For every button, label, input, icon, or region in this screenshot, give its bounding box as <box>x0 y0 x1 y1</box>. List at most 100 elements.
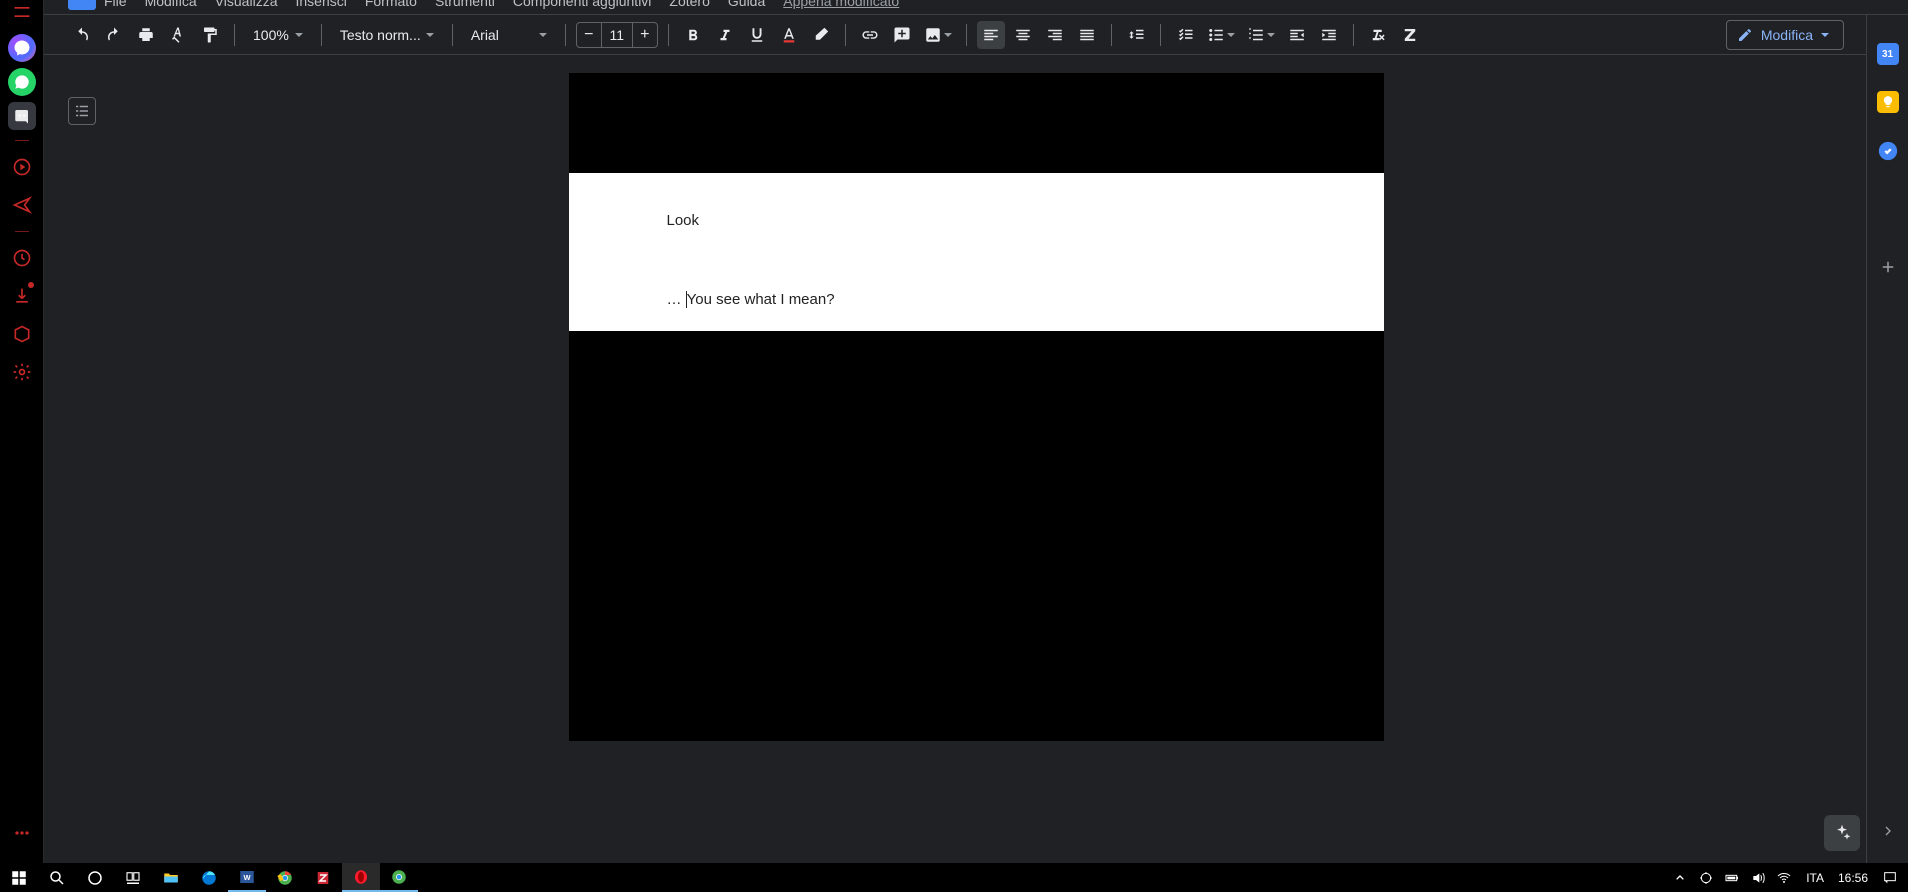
toolbar-separator <box>1111 24 1112 46</box>
menu-zotero[interactable]: Zotero <box>669 0 709 8</box>
line-spacing-button[interactable] <box>1122 21 1150 49</box>
last-edited[interactable]: Appena modificato <box>783 0 899 8</box>
tasks-icon[interactable] <box>1876 139 1900 163</box>
toolbar-separator <box>452 24 453 46</box>
app-main: File Modifica Visualizza Inserisci Forma… <box>44 0 1908 863</box>
opera-icon[interactable] <box>342 863 380 892</box>
hide-sidepanel-button[interactable] <box>1874 817 1902 845</box>
decrease-indent-button[interactable] <box>1283 21 1311 49</box>
bulleted-list-button[interactable] <box>1203 21 1239 49</box>
notifications-icon[interactable] <box>1882 870 1898 886</box>
menu-visualizza[interactable]: Visualizza <box>215 0 278 8</box>
more-icon[interactable] <box>6 817 38 849</box>
menu-file[interactable]: File <box>104 0 127 8</box>
zotero-taskbar-icon[interactable] <box>304 863 342 892</box>
highlight-button[interactable] <box>807 21 835 49</box>
history-icon[interactable] <box>6 242 38 274</box>
whatsapp-icon[interactable] <box>8 68 36 96</box>
menu-inserisci[interactable]: Inserisci <box>295 0 346 8</box>
editing-mode-select[interactable]: Modifica <box>1726 20 1844 50</box>
side-panel: 31 <box>1866 15 1908 863</box>
redo-button[interactable] <box>100 21 128 49</box>
align-center-button[interactable] <box>1009 21 1037 49</box>
task-view-button[interactable] <box>114 863 152 892</box>
editing-mode-label: Modifica <box>1761 27 1813 43</box>
font-value: Arial <box>471 27 499 43</box>
font-size-increase[interactable]: + <box>633 23 657 47</box>
start-button[interactable] <box>0 863 38 892</box>
word-icon[interactable]: W <box>228 863 266 892</box>
calendar-icon[interactable]: 31 <box>1877 43 1899 65</box>
underline-button[interactable] <box>743 21 771 49</box>
system-tray[interactable] <box>1672 870 1792 886</box>
font-size-decrease[interactable]: − <box>577 23 601 47</box>
insert-link-button[interactable] <box>856 21 884 49</box>
cube-icon[interactable] <box>6 318 38 350</box>
wifi-icon[interactable] <box>1776 870 1792 886</box>
outline-toggle-button[interactable] <box>68 97 96 125</box>
font-select[interactable]: Arial <box>463 21 555 49</box>
numbered-list-button[interactable] <box>1243 21 1279 49</box>
checklist-button[interactable] <box>1171 21 1199 49</box>
volume-icon[interactable] <box>1750 870 1766 886</box>
text-color-button[interactable] <box>775 21 803 49</box>
input-language[interactable]: ITA <box>1806 871 1824 885</box>
toolbar-separator <box>321 24 322 46</box>
align-justify-button[interactable] <box>1073 21 1101 49</box>
insert-image-button[interactable] <box>920 21 956 49</box>
zoom-select[interactable]: 100% <box>245 21 311 49</box>
clear-formatting-button[interactable] <box>1364 21 1392 49</box>
tray-chevron-icon[interactable] <box>1672 870 1688 886</box>
print-button[interactable] <box>132 21 160 49</box>
bold-button[interactable] <box>679 21 707 49</box>
text-line: Look <box>667 201 1286 240</box>
align-left-button[interactable] <box>977 21 1005 49</box>
messenger-icon[interactable] <box>8 34 36 62</box>
taskbar-right: ITA 16:56 <box>1672 870 1908 886</box>
insert-comment-button[interactable] <box>888 21 916 49</box>
settings-icon[interactable] <box>6 356 38 388</box>
menu-modifica[interactable]: Modifica <box>145 0 197 8</box>
battery-icon[interactable] <box>1724 870 1740 886</box>
spellcheck-button[interactable] <box>164 21 192 49</box>
align-right-button[interactable] <box>1041 21 1069 49</box>
toolbar-separator <box>845 24 846 46</box>
undo-button[interactable] <box>68 21 96 49</box>
paint-format-button[interactable] <box>196 21 224 49</box>
toolbar-separator <box>234 24 235 46</box>
download-icon[interactable] <box>6 280 38 312</box>
explore-button[interactable] <box>1824 815 1860 851</box>
document-page: Look … You see what I mean? <box>569 73 1384 741</box>
play-circle-icon[interactable] <box>6 151 38 183</box>
font-size-value[interactable]: 11 <box>601 23 633 47</box>
font-size-control: − 11 + <box>576 22 658 48</box>
document-scroll[interactable]: Look … You see what I mean? <box>44 55 1908 863</box>
chrome-icon-2[interactable] <box>380 863 418 892</box>
text-line: … You see what I mean? <box>667 280 1286 319</box>
menu-strumenti[interactable]: Strumenti <box>435 0 495 8</box>
menu-componenti[interactable]: Componenti aggiuntivi <box>513 0 652 8</box>
italic-button[interactable] <box>711 21 739 49</box>
menu-guida[interactable]: Guida <box>728 0 765 8</box>
toolbar-separator <box>1160 24 1161 46</box>
chrome-icon[interactable] <box>266 863 304 892</box>
search-button[interactable] <box>38 863 76 892</box>
location-icon[interactable] <box>1698 870 1714 886</box>
zotero-button[interactable] <box>1396 21 1424 49</box>
toolbar-separator <box>966 24 967 46</box>
menu-formato[interactable]: Formato <box>365 0 417 8</box>
add-addon-button[interactable] <box>1876 255 1900 279</box>
send-icon[interactable] <box>6 189 38 221</box>
keep-icon[interactable] <box>1877 91 1899 113</box>
opera-menu-icon[interactable] <box>6 0 38 28</box>
page-content[interactable]: Look … You see what I mean? <box>569 173 1384 331</box>
increase-indent-button[interactable] <box>1315 21 1343 49</box>
file-explorer-icon[interactable] <box>152 863 190 892</box>
edge-icon[interactable] <box>190 863 228 892</box>
discord-icon[interactable] <box>8 102 36 130</box>
ellipsis: … <box>667 291 682 308</box>
cortana-button[interactable] <box>76 863 114 892</box>
paragraph-style-select[interactable]: Testo norm... <box>332 21 442 49</box>
clock[interactable]: 16:56 <box>1838 871 1868 885</box>
docs-logo-icon[interactable] <box>68 0 96 10</box>
